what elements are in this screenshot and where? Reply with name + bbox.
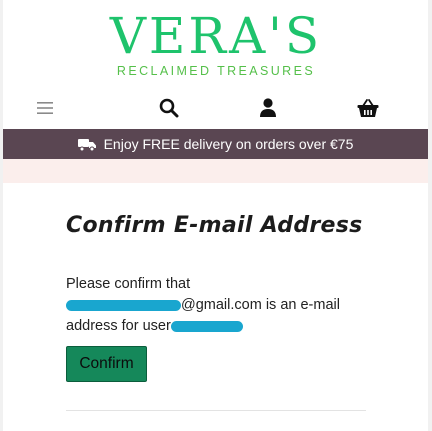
truck-icon	[77, 138, 96, 151]
redacted-username	[170, 320, 243, 332]
banner-text: Enjoy FREE delivery on orders over €75	[103, 136, 354, 152]
message-prefix: Please confirm that	[66, 276, 191, 292]
user-icon[interactable]	[257, 96, 279, 120]
basket-icon[interactable]	[356, 96, 380, 120]
redacted-email-user	[66, 299, 181, 311]
hamburger-menu-icon[interactable]	[36, 96, 54, 120]
header-separator-strip	[3, 159, 428, 183]
free-delivery-banner: Enjoy FREE delivery on orders over €75	[3, 129, 428, 159]
logo-subtitle: RECLAIMED TREASURES	[116, 64, 316, 78]
search-icon[interactable]	[158, 96, 180, 120]
logo-title[interactable]: VERA'S	[0, 6, 432, 66]
email-domain: @gmail.com	[181, 297, 262, 313]
confirmation-message: Please confirm that @gmail.com is an e-m…	[66, 274, 366, 337]
confirm-button[interactable]: Confirm	[66, 346, 147, 382]
page-title: Confirm E-mail Address	[66, 213, 363, 238]
divider	[66, 410, 366, 411]
